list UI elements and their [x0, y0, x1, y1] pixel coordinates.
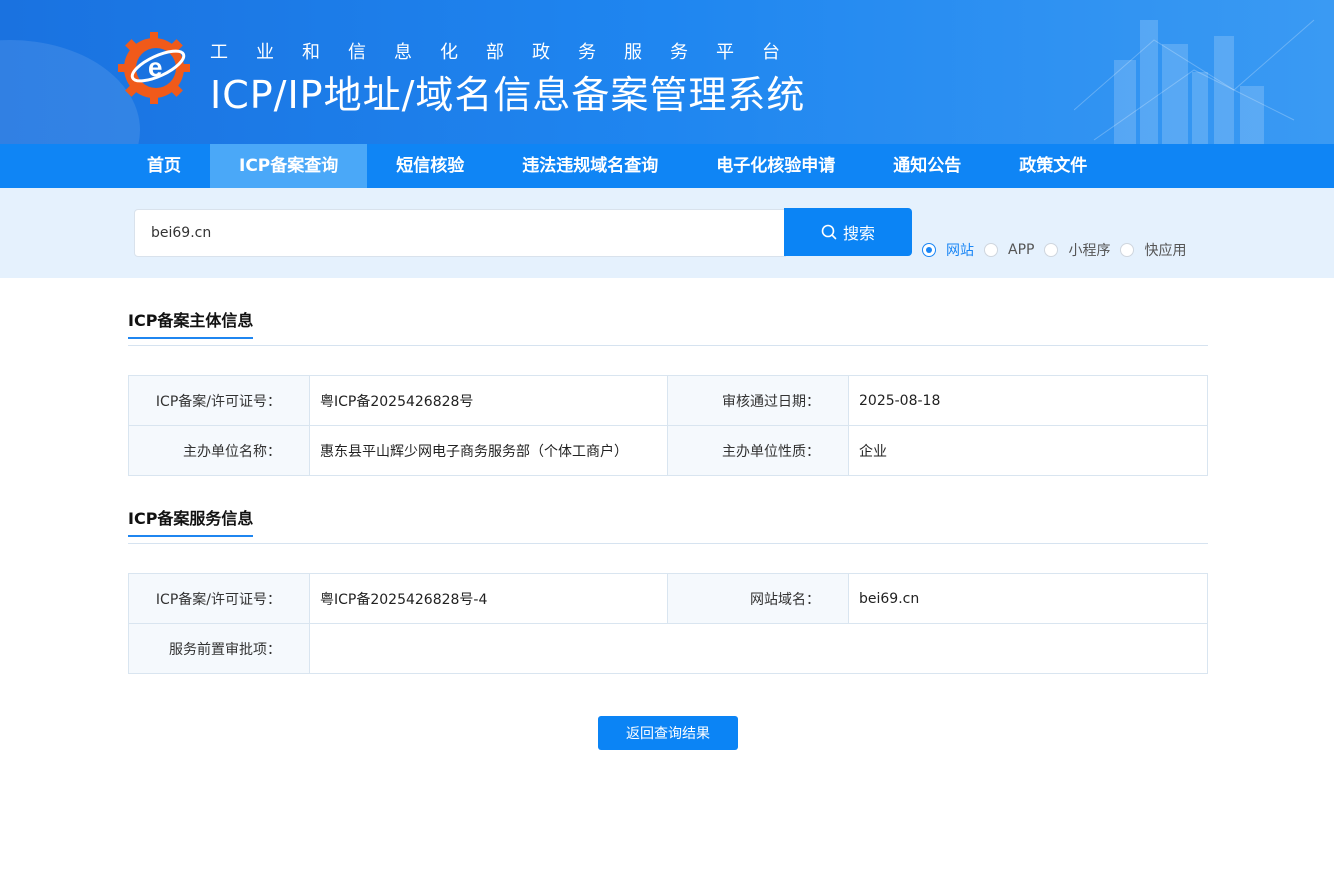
- radio-website[interactable]: 网站: [922, 240, 974, 260]
- radio-dot: [1120, 243, 1135, 257]
- nav-item-sms-verify[interactable]: 短信核验: [367, 144, 493, 188]
- back-to-results-button[interactable]: 返回查询结果: [598, 716, 738, 750]
- search-input[interactable]: [134, 209, 786, 257]
- main-nav: 首页 ICP备案查询 短信核验 违法违规域名查询 电子化核验申请 通知公告 政策…: [0, 144, 1334, 188]
- radio-label: 网站: [946, 243, 974, 259]
- radio-label: 小程序: [1068, 243, 1111, 259]
- value-cell: [309, 623, 1208, 674]
- search-band: 搜索 网站 APP 小程序 快应用: [0, 188, 1334, 278]
- nav-item-policy-docs[interactable]: 政策文件: [990, 144, 1116, 188]
- radio-dot: [984, 243, 998, 257]
- radio-label: APP: [1008, 242, 1035, 258]
- system-title: ICP/IP地址/域名信息备案管理系统: [210, 73, 806, 117]
- radio-app[interactable]: APP: [984, 242, 1034, 258]
- table-row: ICP备案/许可证号： 粤ICP备2025426828号 审核通过日期： 202…: [128, 375, 1208, 426]
- value-cell: 2025-08-18: [848, 375, 1208, 426]
- label-cell: ICP备案/许可证号：: [128, 375, 310, 426]
- header-banner: e 工业和信息化部政务服务平台 ICP/IP地址/域名信息备案管理系统: [0, 0, 1334, 144]
- table-row: ICP备案/许可证号： 粤ICP备2025426828号-4 网站域名： bei…: [128, 573, 1208, 624]
- value-cell: 粤ICP备2025426828号: [309, 375, 668, 426]
- radio-quick-app[interactable]: 快应用: [1120, 240, 1186, 260]
- svg-text:e: e: [148, 52, 162, 82]
- subject-info-table: ICP备案/许可证号： 粤ICP备2025426828号 审核通过日期： 202…: [128, 375, 1208, 476]
- service-info-table: ICP备案/许可证号： 粤ICP备2025426828号-4 网站域名： bei…: [128, 573, 1208, 674]
- subject-section-header: ICP备案主体信息: [128, 306, 1208, 346]
- search-button-label: 搜索: [842, 224, 875, 243]
- table-row: 服务前置审批项：: [128, 623, 1208, 674]
- city-skyline-illustration: [1074, 19, 1315, 144]
- value-cell: 粤ICP备2025426828号-4: [309, 573, 668, 624]
- radio-mini-program[interactable]: 小程序: [1044, 240, 1110, 260]
- label-cell: 主办单位名称：: [128, 425, 310, 476]
- radio-dot: [922, 243, 936, 257]
- section-title: ICP备案服务信息: [128, 505, 254, 537]
- nav-item-e-verify-apply[interactable]: 电子化核验申请: [687, 144, 864, 188]
- radio-dot: [1044, 243, 1059, 257]
- nav-item-icp-query[interactable]: ICP备案查询: [210, 144, 368, 188]
- section-title: ICP备案主体信息: [128, 307, 254, 339]
- label-cell: 主办单位性质：: [667, 425, 849, 476]
- search-button[interactable]: 搜索: [784, 208, 912, 256]
- query-type-radio-group: 网站 APP 小程序 快应用: [922, 240, 1196, 260]
- table-row: 主办单位名称： 惠东县平山辉少网电子商务服务部（个体工商户） 主办单位性质： 企…: [128, 425, 1208, 476]
- radio-label: 快应用: [1144, 243, 1187, 259]
- label-cell: 服务前置审批项：: [128, 623, 310, 674]
- value-cell: 惠东县平山辉少网电子商务服务部（个体工商户）: [309, 425, 668, 476]
- value-cell: 企业: [848, 425, 1208, 476]
- miit-logo: e: [118, 32, 190, 104]
- label-cell: ICP备案/许可证号：: [128, 573, 310, 624]
- search-icon: [821, 224, 837, 240]
- nav-item-home[interactable]: 首页: [118, 144, 210, 188]
- nav-item-illegal-domain-query[interactable]: 违法违规域名查询: [493, 144, 687, 188]
- label-cell: 审核通过日期：: [667, 375, 849, 426]
- nav-item-notices[interactable]: 通知公告: [864, 144, 990, 188]
- value-cell: bei69.cn: [848, 573, 1208, 624]
- label-cell: 网站域名：: [667, 573, 849, 624]
- platform-subtitle: 工业和信息化部政务服务平台: [210, 42, 808, 63]
- service-section-header: ICP备案服务信息: [128, 504, 1208, 544]
